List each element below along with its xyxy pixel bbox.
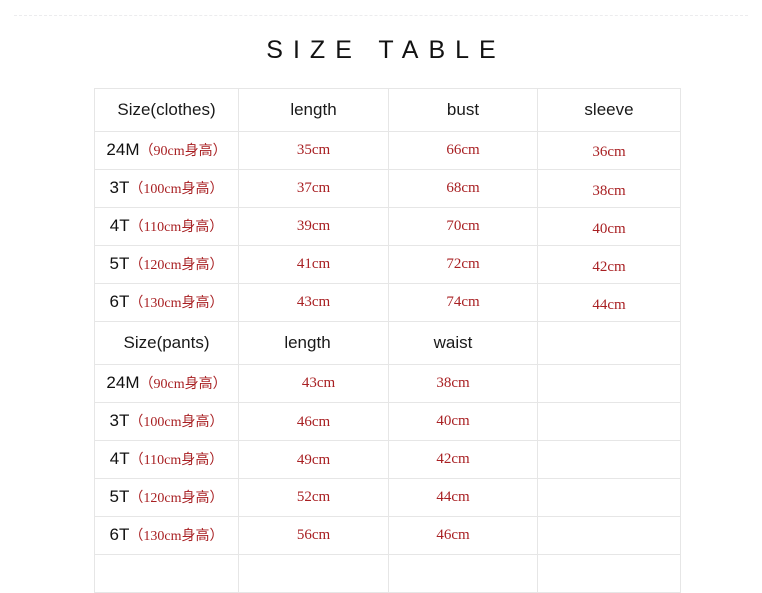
row-size-label: 6T（130cm身高） [94, 283, 239, 322]
table-row: 24M（90cm身高） 43cm 38cm [94, 364, 681, 403]
table-row: 6T（130cm身高） 43cm 74cm 44cm [94, 283, 681, 325]
row-size-label: 4T（110cm身高） [94, 440, 239, 479]
row-sleeve-value: 36cm [537, 133, 681, 172]
row-length-value: 37cm [238, 169, 389, 208]
row-waist-value: 38cm [378, 364, 528, 403]
size-table-container: Size(clothes) length bust sleeve 24M（90c… [94, 88, 681, 593]
row-length-value: 43cm [243, 364, 394, 403]
top-divider-rule [14, 15, 748, 16]
header-cell-length-clothes: length [238, 88, 389, 132]
page-title: SIZE TABLE [266, 36, 506, 64]
header-cell-size-clothes: Size(clothes) [94, 88, 239, 132]
row-length-value: 39cm [238, 207, 389, 246]
row-sleeve-value: 38cm [537, 172, 681, 211]
table-row: 24M（90cm身高） 35cm 66cm 36cm [94, 131, 681, 172]
trailing-empty-cell [537, 554, 681, 593]
row-size-label: 5T（120cm身高） [94, 245, 239, 284]
size-table: Size(clothes) length bust sleeve 24M（90c… [94, 88, 681, 593]
row-size-label: 6T（130cm身高） [94, 516, 239, 555]
header-cell-waist: waist [378, 321, 528, 365]
row-bust-value: 70cm [388, 207, 538, 246]
row-size-label: 3T（100cm身高） [94, 169, 239, 208]
size-height-note: （120cm身高） [129, 258, 224, 274]
row-empty-cell [537, 364, 681, 403]
table-row: 4T（110cm身高） 39cm 70cm 40cm [94, 207, 681, 249]
trailing-empty-cell [388, 554, 538, 593]
trailing-empty-cell [94, 554, 239, 593]
size-code: 5T [109, 487, 130, 507]
table-header-row-pants: Size(pants) length waist [94, 321, 681, 365]
table-row: 3T（100cm身高） 46cm 40cm [94, 402, 681, 442]
trailing-empty-cell [238, 554, 389, 593]
header-cell-blank [537, 321, 681, 365]
size-height-note: （90cm身高） [139, 144, 227, 160]
size-code: 3T [109, 411, 130, 431]
table-row: 4T（110cm身高） 49cm 42cm [94, 440, 681, 480]
size-height-note: （110cm身高） [129, 220, 224, 236]
row-length-value: 41cm [238, 245, 389, 284]
row-bust-value: 72cm [388, 245, 538, 284]
row-size-label: 4T（110cm身高） [94, 207, 239, 246]
row-length-value: 46cm [238, 403, 389, 442]
row-empty-cell [537, 402, 681, 441]
row-length-value: 49cm [238, 441, 389, 480]
row-length-value: 35cm [238, 131, 389, 170]
row-size-label: 3T（100cm身高） [94, 402, 239, 441]
size-code: 6T [109, 292, 130, 312]
row-bust-value: 68cm [388, 169, 538, 208]
row-sleeve-value: 42cm [537, 248, 681, 287]
header-cell-sleeve: sleeve [537, 88, 681, 132]
row-empty-cell [537, 516, 681, 555]
size-code: 4T [109, 216, 130, 236]
table-row: 5T（120cm身高） 41cm 72cm 42cm [94, 245, 681, 287]
row-waist-value: 42cm [378, 440, 528, 479]
table-row: 6T（130cm身高） 56cm 46cm [94, 516, 681, 555]
row-sleeve-value: 40cm [537, 210, 681, 249]
row-empty-cell [537, 478, 681, 517]
size-height-note: （130cm身高） [129, 529, 224, 545]
size-code: 3T [109, 178, 130, 198]
table-header-row-clothes: Size(clothes) length bust sleeve [94, 88, 681, 132]
row-waist-value: 44cm [378, 478, 528, 517]
row-length-value: 43cm [238, 283, 389, 322]
header-cell-bust: bust [388, 88, 538, 132]
size-height-note: （100cm身高） [129, 182, 224, 198]
size-code: 5T [109, 254, 130, 274]
header-cell-size-pants: Size(pants) [94, 321, 239, 365]
row-waist-value: 46cm [378, 516, 528, 555]
size-height-note: （130cm身高） [129, 296, 224, 312]
size-table-page: SIZE TABLE Size(clothes) length bust sle… [0, 0, 762, 593]
table-row: 5T（120cm身高） 52cm 44cm [94, 478, 681, 517]
row-waist-value: 40cm [378, 402, 528, 441]
header-cell-length-pants: length [232, 321, 383, 365]
size-height-note: （110cm身高） [129, 453, 224, 469]
row-length-value: 56cm [238, 516, 389, 555]
size-code: 6T [109, 525, 130, 545]
row-size-label: 24M（90cm身高） [94, 131, 239, 170]
row-bust-value: 66cm [388, 131, 538, 170]
size-height-note: （90cm身高） [139, 377, 227, 393]
table-row: 3T（100cm身高） 37cm 68cm 38cm [94, 169, 681, 211]
row-empty-cell [537, 440, 681, 479]
row-size-label: 5T（120cm身高） [94, 478, 239, 517]
table-row-empty [94, 554, 681, 593]
size-code: 24M [106, 373, 140, 393]
size-height-note: （120cm身高） [129, 491, 224, 507]
size-height-note: （100cm身高） [129, 415, 224, 431]
row-size-label: 24M（90cm身高） [94, 364, 239, 403]
row-sleeve-value: 44cm [537, 286, 681, 325]
size-code: 24M [106, 140, 140, 160]
row-bust-value: 74cm [388, 283, 538, 322]
size-code: 4T [109, 449, 130, 469]
row-length-value: 52cm [238, 478, 389, 517]
